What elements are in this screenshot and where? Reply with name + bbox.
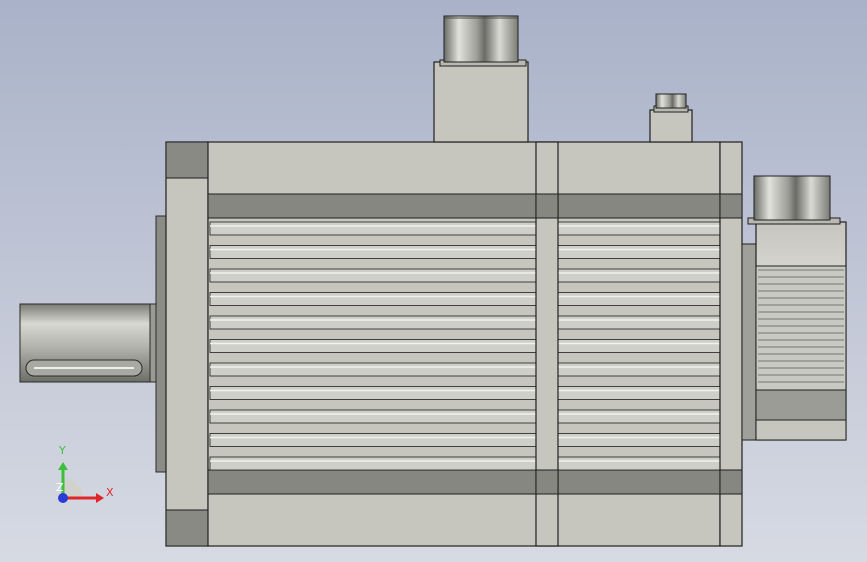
x-axis-label: X — [106, 486, 114, 499]
output-shaft[interactable] — [19, 303, 159, 383]
y-axis-label: Y — [58, 444, 66, 457]
cooling-fin — [209, 315, 537, 330]
cooling-fin — [557, 221, 721, 236]
cooling-fin — [557, 433, 721, 447]
power-connector[interactable] — [433, 15, 529, 143]
y-axis-arrowhead — [58, 462, 68, 470]
cooling-fin — [557, 456, 721, 471]
cooling-fin — [557, 409, 721, 424]
rear-connector[interactable] — [747, 175, 841, 225]
front-flange[interactable] — [165, 141, 209, 547]
z-axis-label: Z — [56, 481, 64, 494]
axis-triad: X Y Z — [56, 444, 114, 503]
x-axis-arrowhead — [96, 493, 104, 503]
cooling-fin — [209, 433, 537, 447]
cooling-fin — [557, 362, 721, 377]
cooling-fin — [557, 386, 721, 400]
cooling-fin — [557, 339, 721, 353]
cooling-fin — [557, 315, 721, 330]
cooling-fin — [209, 409, 537, 424]
cooling-fin — [209, 268, 537, 283]
motor-body[interactable] — [207, 141, 721, 547]
cooling-fin — [209, 221, 537, 236]
servo-motor-model[interactable] — [0, 0, 867, 562]
cooling-fin — [557, 245, 721, 259]
cooling-fin — [209, 245, 537, 259]
cooling-fin — [209, 292, 537, 306]
z-axis — [58, 493, 68, 503]
rear-encoder-housing[interactable] — [741, 221, 847, 441]
cooling-fin — [557, 268, 721, 283]
cooling-fin — [209, 339, 537, 353]
graphics-viewport[interactable]: X Y Z — [0, 0, 867, 562]
rear-end-cap[interactable] — [719, 141, 743, 547]
cooling-fin — [209, 362, 537, 377]
cooling-fin — [209, 456, 537, 471]
cooling-fin — [209, 386, 537, 400]
cooling-fin — [557, 292, 721, 306]
encoder-connector[interactable] — [649, 93, 693, 143]
